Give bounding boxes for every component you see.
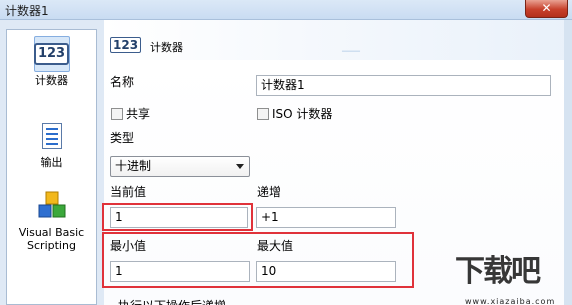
increment-label: 递增 [257, 185, 282, 199]
output-document-icon [34, 118, 70, 154]
sidebar: 123 计数器 输出 Visual Basic Scripting [6, 29, 97, 305]
type-select-value: 十进制 [115, 159, 152, 173]
content-header: 123 计数器 — [104, 20, 572, 62]
counter-icon: 123 [33, 36, 70, 72]
shared-checkbox[interactable]: 共享 [111, 105, 150, 122]
checkbox-box[interactable] [257, 107, 269, 120]
window-title: 计数器1 [5, 4, 49, 18]
chevron-down-icon [236, 164, 244, 169]
brand-url-watermark: www.xiazaiba.com [465, 297, 556, 305]
title-bar: 计数器1 ✕ [0, 0, 572, 20]
type-select[interactable]: 十进制 [110, 156, 250, 177]
sidebar-item-label: 输出 [40, 156, 63, 169]
brand-watermark: 下载吧 [455, 254, 541, 289]
highlight-box-current [102, 203, 253, 231]
sidebar-item-label: Visual Basic Scripting [18, 226, 85, 252]
type-label: 类型 [110, 131, 135, 145]
vbscript-blocks-icon [34, 188, 70, 224]
counter-icon: 123 [110, 37, 142, 53]
current-value-label: 当前值 [110, 185, 147, 199]
counter-properties-window: 123 计数器 输出 Visual Basic Scripting 123 计数… [0, 20, 572, 305]
close-button[interactable]: ✕ [525, 0, 568, 18]
name-field[interactable]: 计数器1 [256, 75, 551, 96]
increment-field[interactable]: +1 [256, 207, 396, 228]
sidebar-item-output[interactable]: 输出 [7, 118, 96, 169]
page-title: 计数器 [150, 41, 183, 54]
checkbox-box[interactable] [111, 107, 123, 120]
background-watermark: — [341, 38, 364, 62]
sidebar-item-label: 计数器 [35, 74, 68, 87]
window-right-edge [564, 20, 572, 305]
iso-counter-checkbox[interactable]: ISO 计数器 [257, 105, 332, 122]
highlight-box-range [102, 232, 414, 288]
iso-counter-label: ISO 计数器 [272, 107, 333, 121]
after-actions-group-label: 执行以下操作后递增 [118, 297, 226, 305]
name-label: 名称 [110, 75, 135, 89]
close-icon: ✕ [541, 1, 552, 15]
shared-label: 共享 [126, 107, 151, 121]
sidebar-item-counter[interactable]: 123 计数器 [7, 36, 96, 87]
sidebar-item-vbscript[interactable]: Visual Basic Scripting [7, 188, 96, 252]
